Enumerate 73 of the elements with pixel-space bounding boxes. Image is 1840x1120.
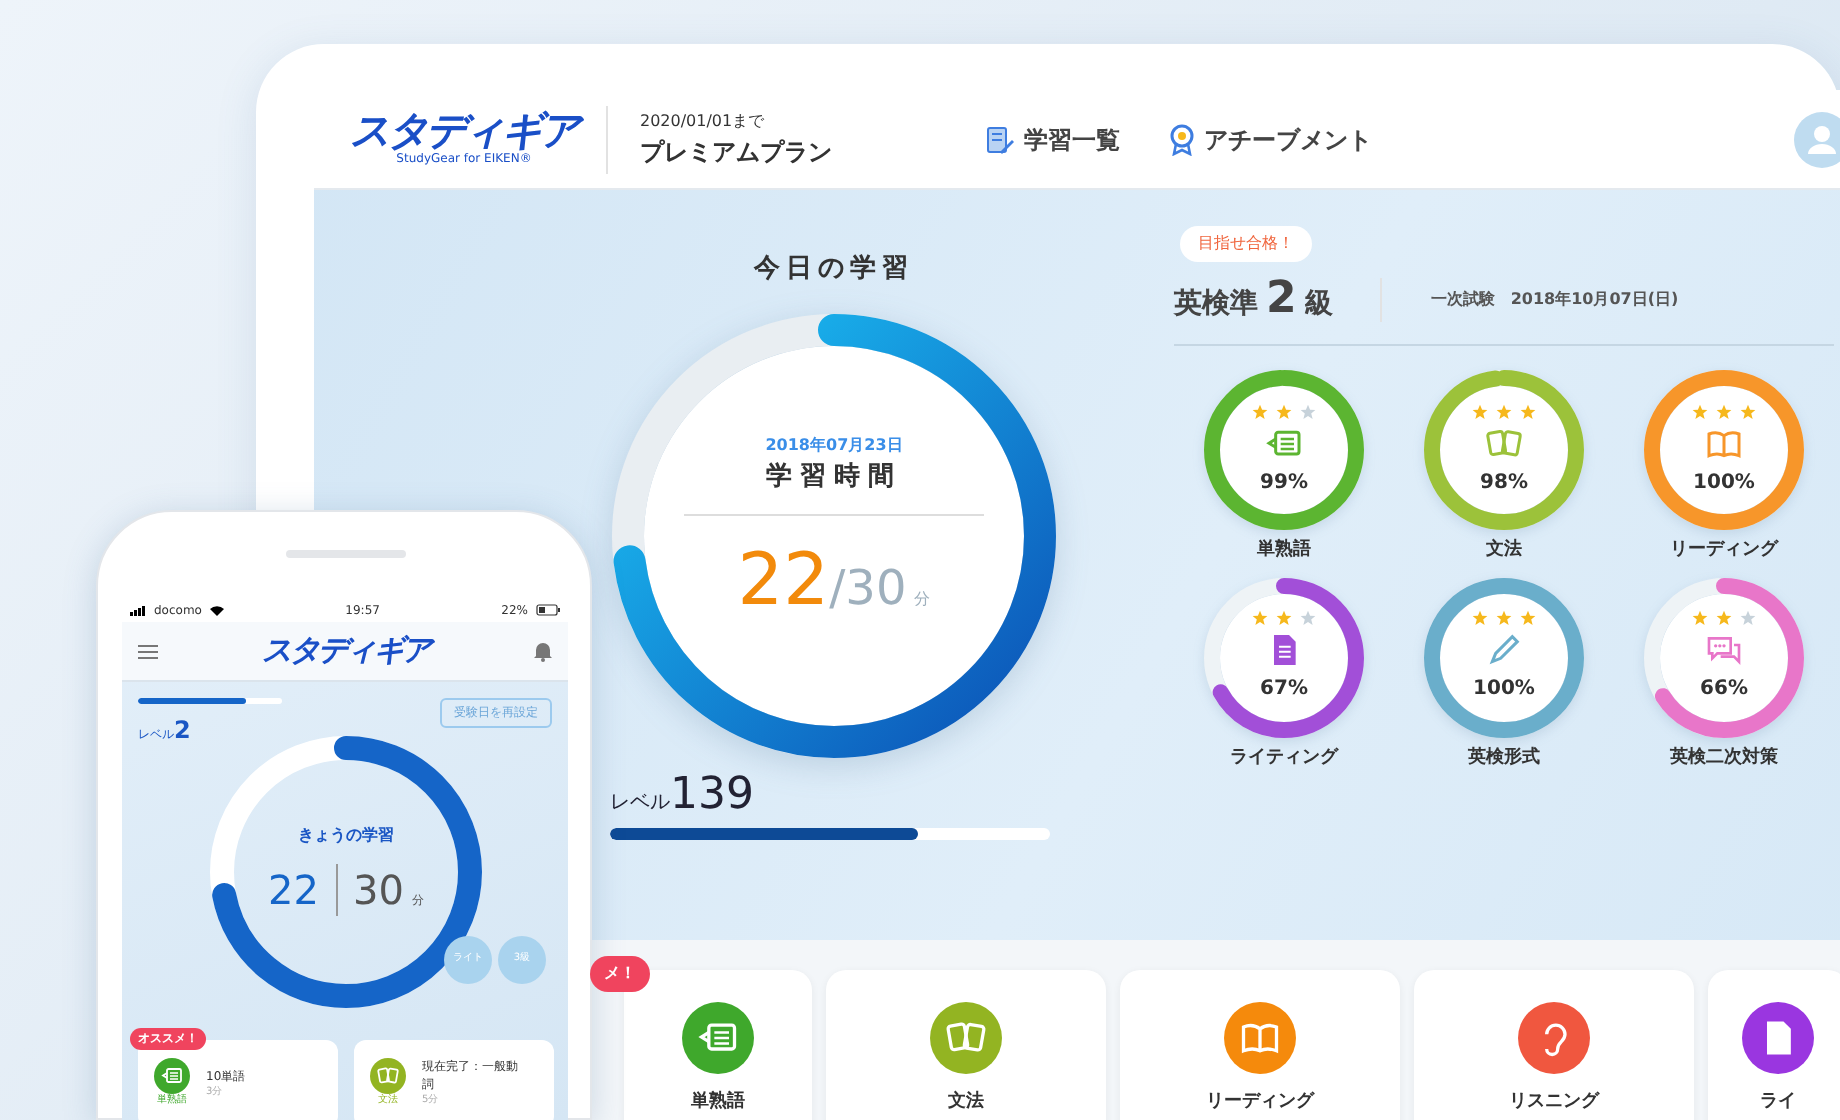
- star-icon: [1716, 610, 1732, 626]
- star-icon: [1740, 610, 1756, 626]
- star-icon: [1520, 610, 1536, 626]
- skill-percent: 66%: [1700, 676, 1748, 704]
- star-icon: [1276, 610, 1292, 626]
- document-pencil-icon: [984, 123, 1016, 155]
- menu-card[interactable]: 文法: [826, 970, 1106, 1120]
- plan-name: プレミアムプラン: [640, 135, 834, 169]
- app-logo: スタディギア: [262, 636, 430, 666]
- minutes-unit: 分: [914, 587, 931, 612]
- skill-name: 文法: [1486, 538, 1522, 564]
- study-date: 2018年07月23日: [765, 434, 903, 459]
- wifi-icon: [209, 605, 224, 615]
- grade-number: 2: [1266, 272, 1297, 328]
- section-title: きょうの学習: [298, 824, 394, 848]
- menu-label: 文法: [948, 1090, 984, 1117]
- star-icon: [1520, 403, 1536, 419]
- minutes-goal: 30: [353, 864, 404, 918]
- star-icon: [1300, 610, 1316, 626]
- minutes-goal: /30: [829, 557, 907, 620]
- level-value: 2: [174, 714, 191, 748]
- skill-name: リーディング: [1670, 538, 1778, 564]
- skill-percent: 99%: [1260, 469, 1308, 497]
- medal-icon: [1168, 123, 1196, 155]
- star-icon: [1472, 610, 1488, 626]
- star-icon: [1252, 403, 1268, 419]
- skill-name: 英検二次対策: [1670, 745, 1778, 771]
- star-icon: [1692, 610, 1708, 626]
- menu-card[interactable]: リーディング: [1120, 970, 1400, 1120]
- study-time-label: 学習時間: [766, 460, 902, 497]
- star-icon: [1496, 610, 1512, 626]
- star-icon: [1692, 403, 1708, 419]
- star-icon: [1740, 403, 1756, 419]
- minutes-done: 22: [737, 537, 830, 626]
- menu-label: ライ: [1760, 1090, 1796, 1117]
- star-icon: [1716, 403, 1732, 419]
- skill-percent: 100%: [1693, 469, 1755, 497]
- skill-name: 単熟語: [1257, 538, 1311, 564]
- cards-icon: [376, 1064, 400, 1089]
- skill-percent: 100%: [1473, 676, 1535, 704]
- star-icon: [1472, 403, 1488, 419]
- pencil-icon: [1484, 630, 1524, 670]
- level-label: レベル: [610, 789, 670, 817]
- level-value: 139: [670, 767, 754, 823]
- menu-icon[interactable]: [138, 643, 158, 659]
- exam-date: 一次試験 2018年10月07日(日): [1430, 287, 1679, 311]
- skill-percent: 98%: [1480, 469, 1528, 497]
- goal-badge: 目指せ合格！: [1180, 226, 1312, 262]
- nav-link[interactable]: アチーブメント: [1168, 121, 1372, 157]
- menu-label: リーディング: [1206, 1090, 1314, 1117]
- menu-label: 単熟語: [691, 1090, 745, 1117]
- signal-icon: [130, 605, 146, 615]
- bell-icon[interactable]: [534, 640, 552, 662]
- menu-label: リスニング: [1509, 1090, 1599, 1117]
- star-icon: [1300, 403, 1316, 419]
- star-icon: [1276, 403, 1292, 419]
- recommend-badge: メ！: [590, 956, 650, 992]
- tag-icon: [160, 1064, 184, 1089]
- section-title: 今日の学習: [754, 252, 914, 288]
- star-icon: [1252, 610, 1268, 626]
- minutes-done: 22: [268, 864, 319, 918]
- app-logo: スタディギア: [350, 110, 578, 150]
- skill-name: ライティング: [1230, 745, 1338, 771]
- battery-icon: [535, 604, 560, 616]
- menu-card[interactable]: ライ: [1708, 970, 1840, 1120]
- skill-percent: 67%: [1260, 676, 1308, 704]
- menu-card[interactable]: リスニング: [1414, 970, 1694, 1120]
- plan-expiry: 2020/01/01まで: [640, 109, 767, 133]
- grade-suffix: 級: [1304, 286, 1333, 324]
- nav-link[interactable]: 学習一覧: [984, 121, 1120, 157]
- grade-prefix: 英検準: [1174, 286, 1258, 324]
- star-icon: [1496, 403, 1512, 419]
- skill-name: 英検形式: [1468, 745, 1540, 771]
